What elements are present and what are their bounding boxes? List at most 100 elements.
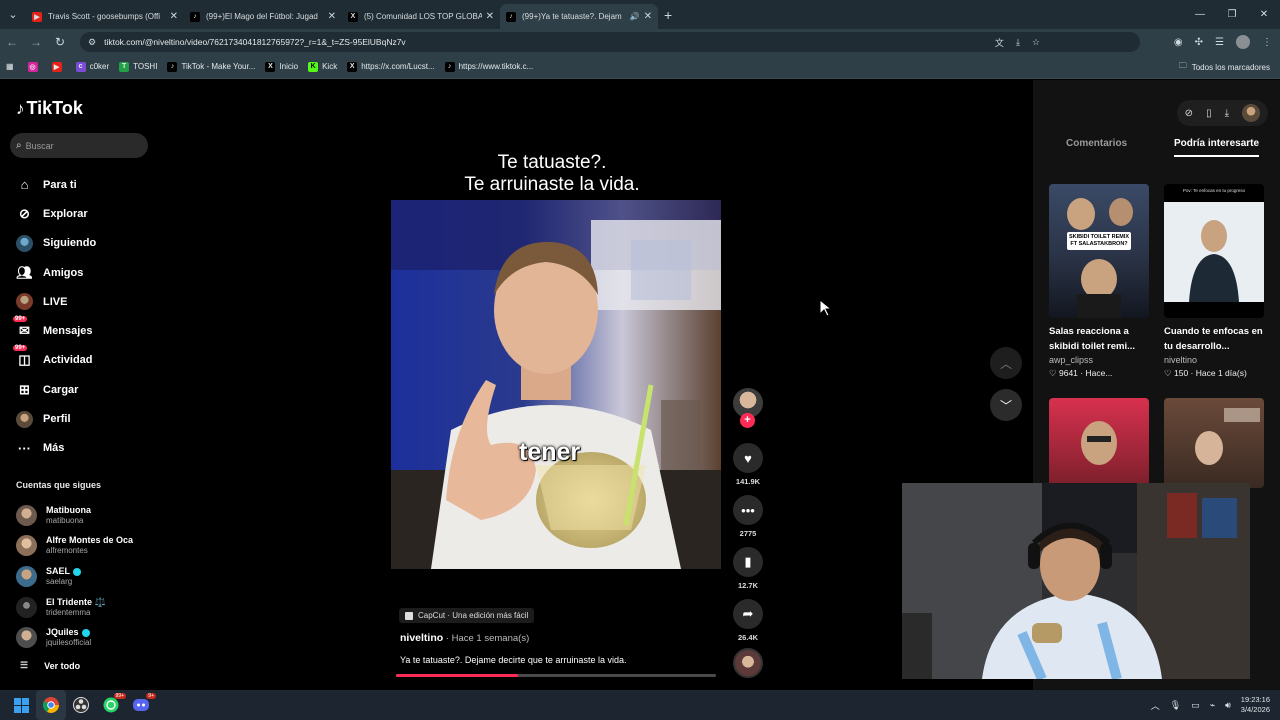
bookmark-item[interactable]: K Kick <box>308 61 337 72</box>
thumbnail-art <box>1164 202 1264 302</box>
like-button[interactable]: ♥ 141.9K <box>731 443 765 486</box>
bookmark-item[interactable]: T TOSHI <box>119 61 157 72</box>
nav-item-explorar[interactable]: ⊘ Explorar <box>16 199 156 228</box>
minimize-icon[interactable]: — <box>1184 0 1216 29</box>
video-author[interactable]: niveltino · Hace 1 semana(s) <box>400 632 529 644</box>
close-tab-icon[interactable]: ✕ <box>170 11 178 22</box>
volume-icon[interactable]: 🔊︎ <box>1225 700 1231 711</box>
suggested-video-card[interactable]: Pov: Te enfocas en tu progreso Cuando te… <box>1164 184 1264 379</box>
follow-plus-icon[interactable]: + <box>740 413 755 428</box>
next-video-button[interactable]: ﹀ <box>990 389 1022 421</box>
translate-icon[interactable]: 文 <box>995 36 1004 49</box>
puzzle-icon[interactable]: ✣ <box>1195 37 1203 48</box>
tab-comentarios[interactable]: Comentarios <box>1066 138 1127 149</box>
following-item[interactable]: SAEL saelarg <box>16 561 166 592</box>
nav-item-mas[interactable]: ··· Más <box>16 434 156 463</box>
share-button[interactable]: ➦ 26.4K <box>731 599 765 642</box>
tab-podria-interesarte[interactable]: Podría interesarte <box>1174 138 1259 149</box>
coin-icon[interactable]: ⊘ <box>1185 108 1193 119</box>
obs-taskbar-icon[interactable] <box>66 690 96 720</box>
nav-item-cargar[interactable]: ⊞ Cargar <box>16 375 156 404</box>
whatsapp-taskbar-icon[interactable]: 99+ <box>96 690 126 720</box>
windows-start-icon[interactable] <box>6 690 36 720</box>
nav-item-siguiendo[interactable]: Siguiendo <box>16 229 156 258</box>
chevron-up-icon[interactable]: ︿ <box>1151 699 1160 712</box>
reading-list-icon[interactable]: ☰ <box>1215 37 1224 48</box>
search-input[interactable]: ⌕ Buscar <box>10 133 148 158</box>
bookmark-item[interactable]: ▶ <box>51 61 66 72</box>
save-count: 12.7K <box>737 581 758 590</box>
nav-item-mensajes[interactable]: ✉ 99+ Mensajes <box>13 315 156 345</box>
capcut-tag[interactable]: CapCut · Una edición más fácil <box>399 608 535 623</box>
tab-title: (99+)Ya te tatuaste?. Dejam <box>522 12 622 21</box>
browser-tab[interactable]: ♪ (99+)El Mago del Fútbol: Jugad ✕ <box>184 4 342 29</box>
activity-badge: 99+ <box>13 344 28 351</box>
nav-item-live[interactable]: LIVE <box>16 287 156 316</box>
comment-button[interactable]: ••• 2775 <box>731 495 765 538</box>
save-button[interactable]: ▮ 12.7K <box>731 547 765 590</box>
close-tab-icon[interactable]: ✕ <box>486 11 494 22</box>
like-count: 141.9K <box>735 477 761 486</box>
following-item[interactable]: Matibuona matibuona <box>16 500 166 531</box>
suggested-video-card[interactable]: SKIBIDI TOILET REMIX FT SALASTAKBRON? Sa… <box>1049 184 1149 379</box>
bookmark-item[interactable]: ♪ https://www.tiktok.c... <box>444 61 533 72</box>
following-item[interactable]: El Tridente ⚖️ tridentemma <box>16 592 166 623</box>
nav-item-perfil[interactable]: Perfil <box>16 404 156 433</box>
network-icon[interactable]: ⌁ <box>1210 700 1215 711</box>
video-player[interactable]: tener <box>391 200 721 569</box>
install-app-icon[interactable]: ⤓ <box>1016 37 1020 48</box>
kebab-menu-icon[interactable]: ⋮ <box>1262 37 1272 48</box>
site-info-icon[interactable]: ⚙ <box>88 37 96 48</box>
browser-tab[interactable]: ▶ Travis Scott - goosebumps (Offi ✕ <box>26 4 184 29</box>
nav-item-actividad[interactable]: ◫ 99+ Actividad <box>13 344 156 375</box>
browser-tab[interactable]: X (5) Comunidad LOS TOP GLOBA ✕ <box>342 4 500 29</box>
user-avatar[interactable] <box>1242 104 1260 122</box>
suggested-video-card[interactable] <box>1049 398 1149 488</box>
suggested-video-card[interactable] <box>1164 398 1264 488</box>
bookmark-star-icon[interactable]: ☆ <box>1032 37 1040 48</box>
forward-icon[interactable]: → <box>24 35 48 49</box>
kick-icon: K <box>308 61 319 72</box>
account-handle: tridentemma <box>46 607 91 617</box>
device-icon[interactable]: ▯ <box>1206 108 1212 119</box>
new-tab-button[interactable]: + <box>664 7 672 23</box>
following-item[interactable]: JQuiles jquilesofficial <box>16 622 166 653</box>
clock[interactable]: 19:23:16 3/4/2026 <box>1241 695 1270 715</box>
video-progress-bar[interactable] <box>396 674 716 677</box>
restore-icon[interactable]: ❐ <box>1216 0 1248 29</box>
browser-tab-active[interactable]: ♪ (99+)Ya te tatuaste?. Dejam 🔊 ✕ <box>500 4 658 29</box>
back-icon[interactable]: ← <box>0 35 24 49</box>
speaker-icon[interactable]: 🔊 <box>630 12 640 21</box>
sound-disc-avatar[interactable] <box>733 648 763 678</box>
omnibox-actions: 文 ⤓ ☆ <box>995 32 1040 52</box>
extension-icon[interactable]: ◉ <box>1174 37 1183 48</box>
microphone-icon[interactable]: 🎙︎ <box>1170 700 1181 711</box>
display-icon[interactable]: ▭ <box>1191 700 1200 711</box>
tab-search-button[interactable]: ⌄ <box>0 0 26 29</box>
previous-video-button[interactable]: ︿ <box>990 347 1022 379</box>
close-tab-icon[interactable]: ✕ <box>328 11 336 22</box>
profile-avatar[interactable] <box>1236 35 1250 49</box>
address-bar[interactable]: ⚙ tiktok.com/@niveltino/video/7621734041… <box>80 32 1140 52</box>
webcam-image <box>902 483 1250 679</box>
download-icon[interactable]: ⤓ <box>1225 108 1229 119</box>
close-window-icon[interactable]: ✕ <box>1248 0 1280 29</box>
all-bookmarks[interactable]: 🗀 Todos los marcadores <box>1179 55 1270 79</box>
avatar <box>16 535 37 557</box>
close-tab-icon[interactable]: ✕ <box>644 11 652 22</box>
following-item[interactable]: Alfre Montes de Oca alfremontes <box>16 531 166 562</box>
discord-taskbar-icon[interactable]: 9+ <box>126 690 156 720</box>
bookmark-item[interactable]: c c0ker <box>75 61 109 72</box>
see-all-button[interactable]: ☰ Ver todo <box>20 660 80 671</box>
heart-outline-icon: ♡ <box>1164 368 1172 378</box>
tiktok-logo[interactable]: ♪ TikTok <box>16 98 83 119</box>
chrome-taskbar-icon[interactable] <box>36 690 66 720</box>
nav-item-amigos[interactable]: 👥︎ Amigos <box>16 258 156 287</box>
reload-icon[interactable]: ↻ <box>48 35 72 49</box>
bookmark-item[interactable]: ♪ TikTok - Make Your... <box>167 61 255 72</box>
bookmark-item[interactable]: Xhttps://x.com/Lucst... <box>347 61 435 72</box>
bookmark-item[interactable]: X Inicio <box>265 61 298 72</box>
apps-grid-icon[interactable]: ▦ <box>6 62 14 71</box>
nav-item-para-ti[interactable]: ⌂ Para ti <box>16 170 156 199</box>
bookmark-item[interactable]: ◎ <box>27 61 42 72</box>
